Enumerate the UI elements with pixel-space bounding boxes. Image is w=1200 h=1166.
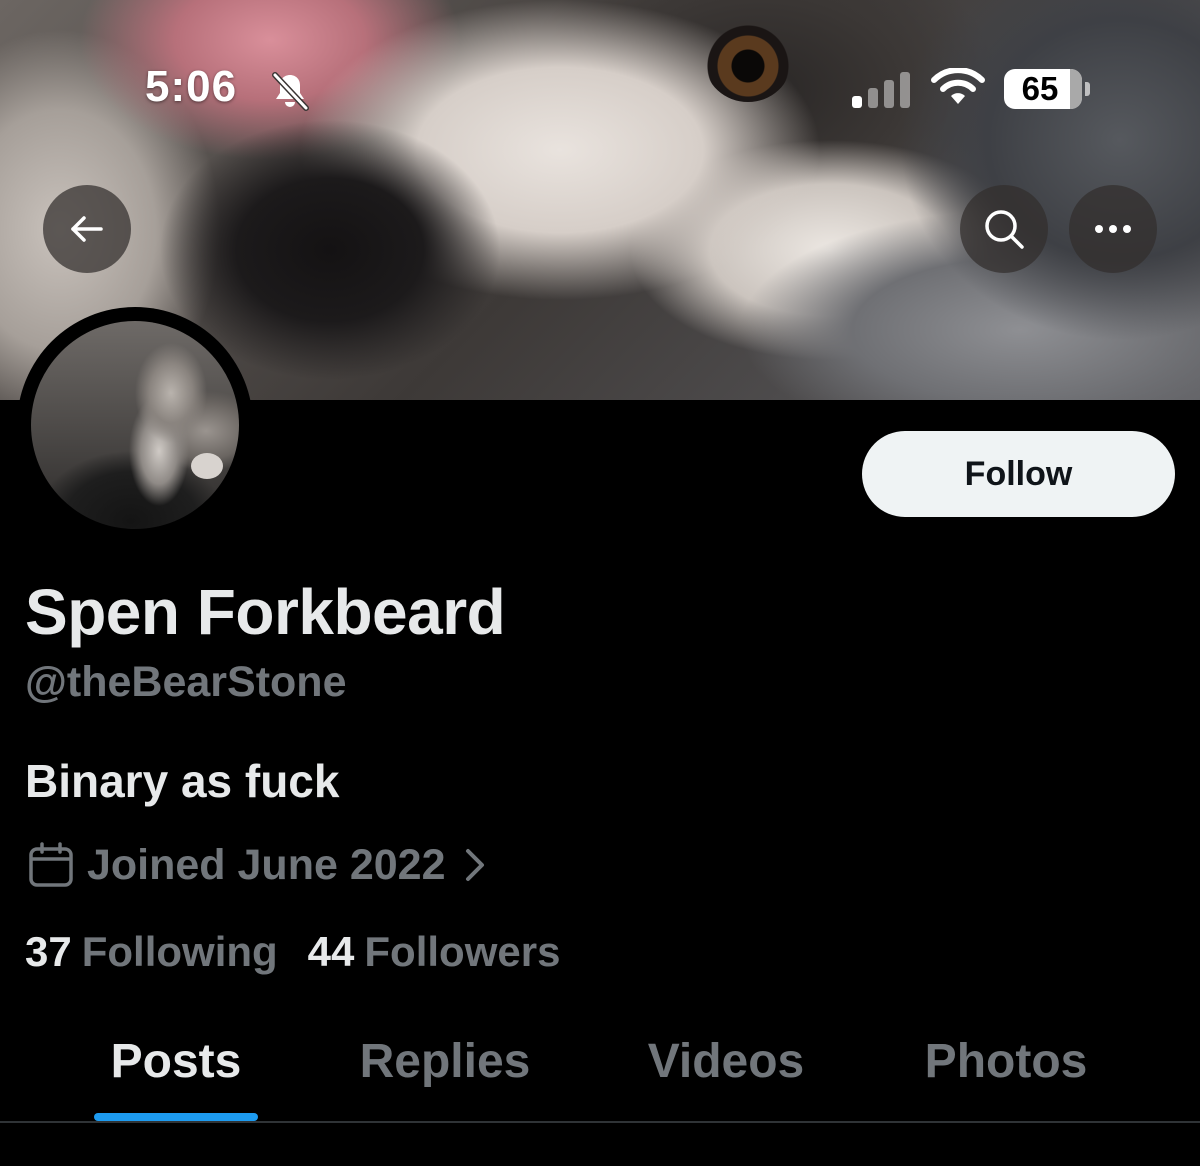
- tab-videos[interactable]: Videos: [628, 1030, 824, 1122]
- follow-stats: 37 Following 44 Followers: [25, 928, 560, 976]
- battery-icon: 65: [1004, 69, 1090, 109]
- display-name: Spen Forkbeard: [25, 576, 506, 648]
- joined-date: Joined June 2022: [87, 840, 446, 889]
- back-button[interactable]: [43, 185, 131, 273]
- tab-photos[interactable]: Photos: [905, 1030, 1107, 1122]
- tab-replies[interactable]: Replies: [340, 1030, 550, 1122]
- bell-slash-icon: [272, 72, 309, 111]
- more-options-button[interactable]: [1069, 185, 1157, 273]
- calendar-icon: [29, 842, 73, 887]
- arrow-left-icon: [71, 216, 103, 242]
- following-stat[interactable]: 37 Following: [25, 928, 278, 976]
- status-bar: 5:06 65: [0, 0, 1200, 180]
- avatar-hand-detail: [191, 453, 223, 479]
- search-button[interactable]: [960, 185, 1048, 273]
- following-label: Following: [81, 928, 278, 975]
- followers-count: 44: [307, 928, 355, 975]
- battery-level: 65: [1021, 70, 1059, 107]
- status-time: 5:06: [145, 62, 238, 111]
- cellular-signal-icon: [852, 72, 910, 108]
- follow-button[interactable]: Follow: [862, 431, 1175, 517]
- handle: @theBearStone: [25, 658, 347, 706]
- following-count: 37: [25, 928, 72, 975]
- followers-label: Followers: [364, 928, 561, 975]
- followers-stat[interactable]: 44 Followers: [308, 928, 561, 976]
- bio: Binary as fuck: [25, 755, 340, 807]
- more-horizontal-icon: [1095, 225, 1131, 233]
- search-icon: [985, 210, 1024, 249]
- chevron-right-icon: [465, 849, 484, 881]
- joined-date-row[interactable]: Joined June 2022: [25, 838, 490, 892]
- wifi-icon: [931, 68, 985, 104]
- profile-tabs: Posts Replies Videos Photos: [0, 1030, 1200, 1122]
- tabs-divider: [0, 1121, 1200, 1123]
- avatar-image: [31, 321, 239, 529]
- active-tab-indicator: [94, 1113, 258, 1121]
- tab-posts[interactable]: Posts: [92, 1030, 260, 1122]
- avatar[interactable]: [17, 307, 253, 543]
